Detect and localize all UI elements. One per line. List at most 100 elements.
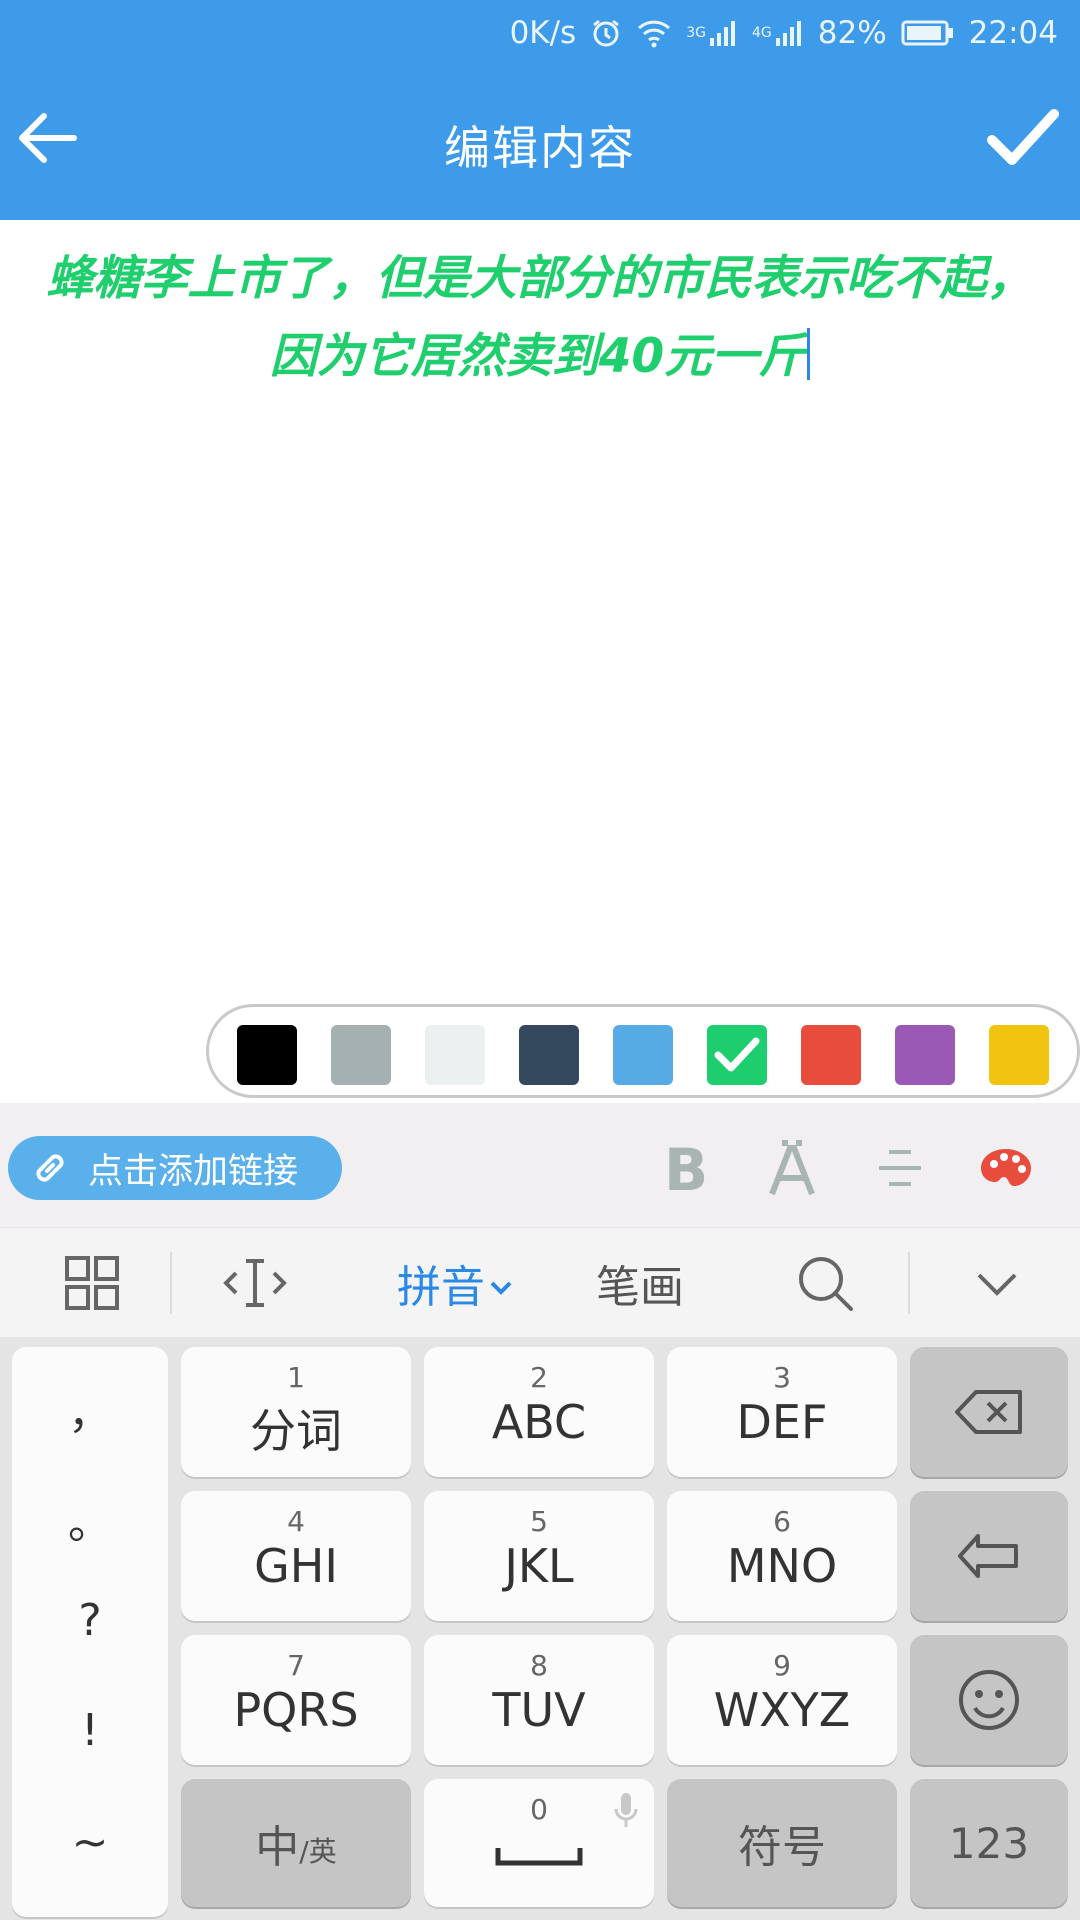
color-swatch[interactable]	[331, 1025, 391, 1085]
page-title: 编辑内容	[444, 121, 636, 175]
symbols-key[interactable]: 符号	[667, 1779, 897, 1907]
key-number: 7	[287, 1649, 305, 1682]
alarm-icon	[590, 17, 622, 49]
backspace-icon	[954, 1389, 1024, 1435]
backspace-key[interactable]	[910, 1347, 1068, 1477]
color-swatch[interactable]	[895, 1025, 955, 1085]
numbers-key[interactable]: 123	[910, 1779, 1068, 1907]
enter-icon	[956, 1530, 1022, 1582]
divider	[908, 1252, 910, 1314]
text-cursor	[807, 328, 811, 380]
pinyin-label: 拼音	[397, 1262, 485, 1313]
battery-percent: 82%	[817, 15, 887, 51]
keyboard-toolbar: 拼音 笔画	[0, 1227, 1080, 1337]
key-number: 3	[773, 1361, 791, 1394]
net-speed: 0K/s	[509, 15, 577, 51]
bold-icon[interactable]: B	[650, 1133, 720, 1203]
key-number: 6	[773, 1505, 791, 1538]
grid-menu-icon[interactable]	[50, 1228, 134, 1338]
space-key[interactable]: 0	[424, 1779, 654, 1907]
punctuation-column[interactable]: ， 。 ? ! ~	[12, 1347, 168, 1917]
add-link-button[interactable]: 点击添加链接	[8, 1136, 342, 1200]
color-palette	[206, 1004, 1080, 1098]
color-palette-icon[interactable]	[971, 1133, 1041, 1203]
key-letters: MNO	[726, 1539, 838, 1593]
signal-3g-icon: 3G	[686, 18, 738, 48]
color-swatch[interactable]	[801, 1025, 861, 1085]
key-letters: GHI	[254, 1539, 338, 1593]
space-bar-icon	[495, 1845, 583, 1867]
enter-key[interactable]	[910, 1491, 1068, 1621]
numbers-label: 123	[948, 1818, 1030, 1868]
key-letters: JKL	[504, 1539, 574, 1593]
color-swatch[interactable]	[519, 1025, 579, 1085]
search-icon[interactable]	[785, 1228, 865, 1338]
format-toolbar: 点击添加链接 B	[0, 1103, 1080, 1227]
key-number: 2	[530, 1361, 548, 1394]
microphone-icon	[612, 1791, 640, 1831]
content-text[interactable]: 蜂糖李上市了，但是大部分的市民表示吃不起， 因为它居然卖到40元一斤	[20, 240, 1060, 396]
key-number: 1	[287, 1361, 305, 1394]
color-swatch-selected[interactable]	[707, 1025, 767, 1085]
key-number: 4	[287, 1505, 305, 1538]
key-5-jkl[interactable]: 5 JKL	[424, 1491, 654, 1621]
lang-main-label: 中	[255, 1822, 300, 1873]
key-letters: WXYZ	[713, 1683, 851, 1737]
align-center-icon[interactable]	[865, 1133, 935, 1203]
key-number: 8	[530, 1649, 548, 1682]
punctuation-key[interactable]: ，	[12, 1377, 168, 1441]
key-letters: PQRS	[233, 1683, 359, 1737]
smiley-icon	[957, 1668, 1021, 1732]
status-bar: 0K/s 3G 4G 82% 22:04	[510, 10, 1058, 56]
key-7-pqrs[interactable]: 7 PQRS	[181, 1635, 411, 1765]
content-line-2: 因为它居然卖到40元一斤	[20, 318, 1060, 396]
clock: 22:04	[968, 15, 1058, 51]
punctuation-key[interactable]: ~	[12, 1817, 168, 1868]
font-size-icon[interactable]	[757, 1133, 827, 1203]
punctuation-key[interactable]: 。	[12, 1487, 168, 1551]
key-letters: ABC	[491, 1395, 587, 1449]
symbols-label: 符号	[738, 1822, 826, 1873]
divider	[170, 1252, 172, 1314]
color-swatch[interactable]	[989, 1025, 1049, 1085]
key-letters: 分词	[250, 1404, 342, 1458]
pinyin-mode-tab[interactable]: 拼音	[380, 1228, 530, 1338]
lang-sub-label: /英	[299, 1835, 337, 1868]
wifi-icon	[636, 18, 672, 48]
color-swatch[interactable]	[613, 1025, 673, 1085]
key-9-wxyz[interactable]: 9 WXYZ	[667, 1635, 897, 1765]
add-link-label: 点击添加链接	[88, 1151, 299, 1192]
stroke-label: 笔画	[596, 1262, 684, 1313]
key-6-mno[interactable]: 6 MNO	[667, 1491, 897, 1621]
emoji-key[interactable]	[910, 1635, 1068, 1765]
link-icon	[30, 1148, 70, 1188]
key-letters: TUV	[492, 1683, 586, 1737]
check-icon	[714, 1037, 760, 1072]
signal-4g-icon: 4G	[752, 18, 804, 48]
punctuation-key[interactable]: !	[12, 1705, 168, 1756]
title-bar: 编辑内容	[0, 84, 1080, 204]
punctuation-key[interactable]: ?	[12, 1595, 168, 1646]
keyboard: ， 。 ? ! ~ 1 分词 2 ABC 3 DEF 4 GHI 5 JKL 6…	[0, 1337, 1080, 1920]
battery-icon	[901, 19, 955, 47]
content-editor[interactable]: 蜂糖李上市了，但是大部分的市民表示吃不起， 因为它居然卖到40元一斤	[0, 220, 1080, 1000]
top-app-bar: 0K/s 3G 4G 82% 22:04 编辑内容	[0, 0, 1080, 220]
collapse-keyboard-icon[interactable]	[955, 1228, 1039, 1338]
color-swatch[interactable]	[425, 1025, 485, 1085]
key-8-tuv[interactable]: 8 TUV	[424, 1635, 654, 1765]
key-number: 9	[773, 1649, 791, 1682]
color-swatch[interactable]	[237, 1025, 297, 1085]
cursor-move-icon[interactable]	[210, 1228, 300, 1338]
key-1-segment[interactable]: 1 分词	[181, 1347, 411, 1477]
confirm-check-icon[interactable]	[982, 98, 1062, 178]
language-switch-key[interactable]: 中/英	[181, 1779, 411, 1907]
key-letters: DEF	[736, 1395, 828, 1449]
chevron-down-icon	[489, 1280, 513, 1296]
content-line-1: 蜂糖李上市了，但是大部分的市民表示吃不起，	[46, 251, 1034, 306]
key-3-def[interactable]: 3 DEF	[667, 1347, 897, 1477]
svg-text:B: B	[664, 1140, 708, 1196]
key-2-abc[interactable]: 2 ABC	[424, 1347, 654, 1477]
key-number: 5	[530, 1505, 548, 1538]
stroke-mode-tab[interactable]: 笔画	[580, 1228, 700, 1338]
key-4-ghi[interactable]: 4 GHI	[181, 1491, 411, 1621]
